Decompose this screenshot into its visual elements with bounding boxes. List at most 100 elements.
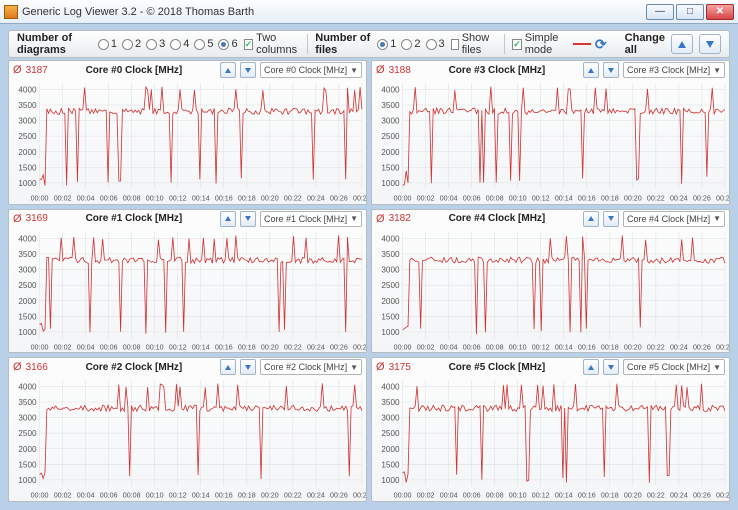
svg-text:00:12: 00:12 (169, 193, 187, 202)
svg-text:00:28: 00:28 (353, 491, 366, 500)
svg-text:1000: 1000 (18, 328, 37, 337)
chevron-down-icon: ▼ (713, 363, 721, 372)
chart-area[interactable]: 100015002000250030003500400000:0000:0200… (372, 228, 729, 353)
panel-down-button[interactable] (603, 211, 619, 227)
diagram-radio-4[interactable]: 4 (170, 38, 189, 50)
diagram-radio-3[interactable]: 3 (146, 38, 165, 50)
series-combo[interactable]: Core #5 Clock [MHz]▼ (623, 359, 725, 375)
average-symbol: Ø (376, 213, 385, 225)
svg-text:2500: 2500 (381, 132, 400, 141)
num-diagrams-label: Number of diagrams (17, 32, 92, 56)
chevron-down-icon: ▼ (713, 66, 721, 75)
svg-text:00:20: 00:20 (261, 193, 279, 202)
simple-mode-checkbox[interactable]: Simple mode (512, 32, 567, 56)
svg-text:1500: 1500 (381, 312, 400, 321)
series-combo[interactable]: Core #1 Clock [MHz]▼ (260, 211, 362, 227)
svg-text:1500: 1500 (18, 312, 37, 321)
svg-text:00:10: 00:10 (509, 491, 527, 500)
svg-text:2500: 2500 (18, 132, 37, 141)
svg-text:00:14: 00:14 (192, 342, 210, 351)
svg-text:00:04: 00:04 (440, 342, 458, 351)
two-columns-checkbox[interactable]: Two columns (244, 32, 299, 56)
svg-text:00:04: 00:04 (77, 491, 95, 500)
file-radio-3[interactable]: 3 (426, 38, 445, 50)
chevron-down-icon: ▼ (350, 66, 358, 75)
toolbar: Number of diagrams 123456 Two columns Nu… (8, 30, 730, 58)
panel-up-button[interactable] (220, 62, 236, 78)
panel-up-button[interactable] (583, 211, 599, 227)
arrow-down-icon (245, 216, 251, 221)
panel-header: Ø 3182 Core #4 Clock [MHz] Core #4 Clock… (372, 210, 729, 228)
chart-panel-core3: Ø 3188 Core #3 Clock [MHz] Core #3 Clock… (371, 60, 730, 205)
title-bar: Generic Log Viewer 3.2 - © 2018 Thomas B… (0, 0, 738, 24)
svg-text:00:04: 00:04 (440, 193, 458, 202)
chart-area[interactable]: 100015002000250030003500400000:0000:0200… (372, 79, 729, 204)
maximize-button[interactable]: □ (676, 4, 704, 20)
series-combo[interactable]: Core #3 Clock [MHz]▼ (623, 62, 725, 78)
move-up-button[interactable] (671, 34, 693, 54)
panel-header: Ø 3166 Core #2 Clock [MHz] Core #2 Clock… (9, 358, 366, 376)
svg-text:00:04: 00:04 (77, 342, 95, 351)
svg-text:00:24: 00:24 (307, 193, 325, 202)
arrow-down-icon (608, 216, 614, 221)
svg-text:4000: 4000 (381, 234, 400, 243)
svg-text:2000: 2000 (381, 445, 400, 454)
minimize-button[interactable]: — (646, 4, 674, 20)
svg-text:2500: 2500 (18, 281, 37, 290)
chevron-down-icon: ▼ (350, 363, 358, 372)
show-files-checkbox[interactable]: Show files (451, 32, 496, 56)
panel-down-button[interactable] (603, 359, 619, 375)
separator (307, 34, 308, 54)
panel-up-button[interactable] (220, 359, 236, 375)
svg-text:1500: 1500 (381, 461, 400, 470)
panel-down-button[interactable] (603, 62, 619, 78)
svg-text:3000: 3000 (18, 265, 37, 274)
file-radio-1[interactable]: 1 (377, 38, 396, 50)
svg-text:00:00: 00:00 (394, 193, 412, 202)
svg-text:00:20: 00:20 (624, 342, 642, 351)
svg-text:00:18: 00:18 (238, 193, 256, 202)
svg-text:00:02: 00:02 (417, 342, 435, 351)
panel-down-button[interactable] (240, 62, 256, 78)
chart-area[interactable]: 100015002000250030003500400000:0000:0200… (9, 376, 366, 501)
chart-panel-core1: Ø 3169 Core #1 Clock [MHz] Core #1 Clock… (8, 209, 367, 354)
move-down-button[interactable] (699, 34, 721, 54)
svg-text:00:16: 00:16 (578, 491, 596, 500)
chart-area[interactable]: 100015002000250030003500400000:0000:0200… (9, 228, 366, 353)
panel-down-button[interactable] (240, 211, 256, 227)
svg-text:00:14: 00:14 (555, 193, 573, 202)
svg-text:00:08: 00:08 (123, 193, 141, 202)
svg-text:2000: 2000 (18, 445, 37, 454)
close-button[interactable]: ✕ (706, 4, 734, 20)
arrow-up-icon (225, 216, 231, 221)
diagram-radio-6[interactable]: 6 (218, 38, 237, 50)
diagram-radio-1[interactable]: 1 (98, 38, 117, 50)
svg-text:3500: 3500 (381, 250, 400, 259)
diagram-radio-5[interactable]: 5 (194, 38, 213, 50)
panel-title: Core #1 Clock [MHz] (52, 213, 216, 224)
svg-text:00:10: 00:10 (146, 491, 164, 500)
series-combo[interactable]: Core #0 Clock [MHz]▼ (260, 62, 362, 78)
diagram-radio-2[interactable]: 2 (122, 38, 141, 50)
panel-up-button[interactable] (220, 211, 236, 227)
panel-up-button[interactable] (583, 359, 599, 375)
svg-text:2000: 2000 (18, 148, 37, 157)
refresh-icon[interactable]: ⟳ (595, 36, 607, 53)
chart-area[interactable]: 100015002000250030003500400000:0000:0200… (372, 376, 729, 501)
svg-text:00:20: 00:20 (624, 193, 642, 202)
series-combo[interactable]: Core #4 Clock [MHz]▼ (623, 211, 725, 227)
svg-text:00:26: 00:26 (330, 193, 348, 202)
panel-down-button[interactable] (240, 359, 256, 375)
chart-area[interactable]: 100015002000250030003500400000:0000:0200… (9, 79, 366, 204)
svg-text:3500: 3500 (381, 398, 400, 407)
svg-text:1500: 1500 (18, 461, 37, 470)
arrow-up-icon (225, 68, 231, 73)
svg-text:1500: 1500 (18, 163, 37, 172)
svg-text:00:16: 00:16 (215, 342, 233, 351)
svg-text:00:06: 00:06 (100, 193, 118, 202)
svg-text:00:28: 00:28 (716, 193, 729, 202)
file-radio-2[interactable]: 2 (401, 38, 420, 50)
svg-text:1000: 1000 (381, 328, 400, 337)
panel-up-button[interactable] (583, 62, 599, 78)
series-combo[interactable]: Core #2 Clock [MHz]▼ (260, 359, 362, 375)
